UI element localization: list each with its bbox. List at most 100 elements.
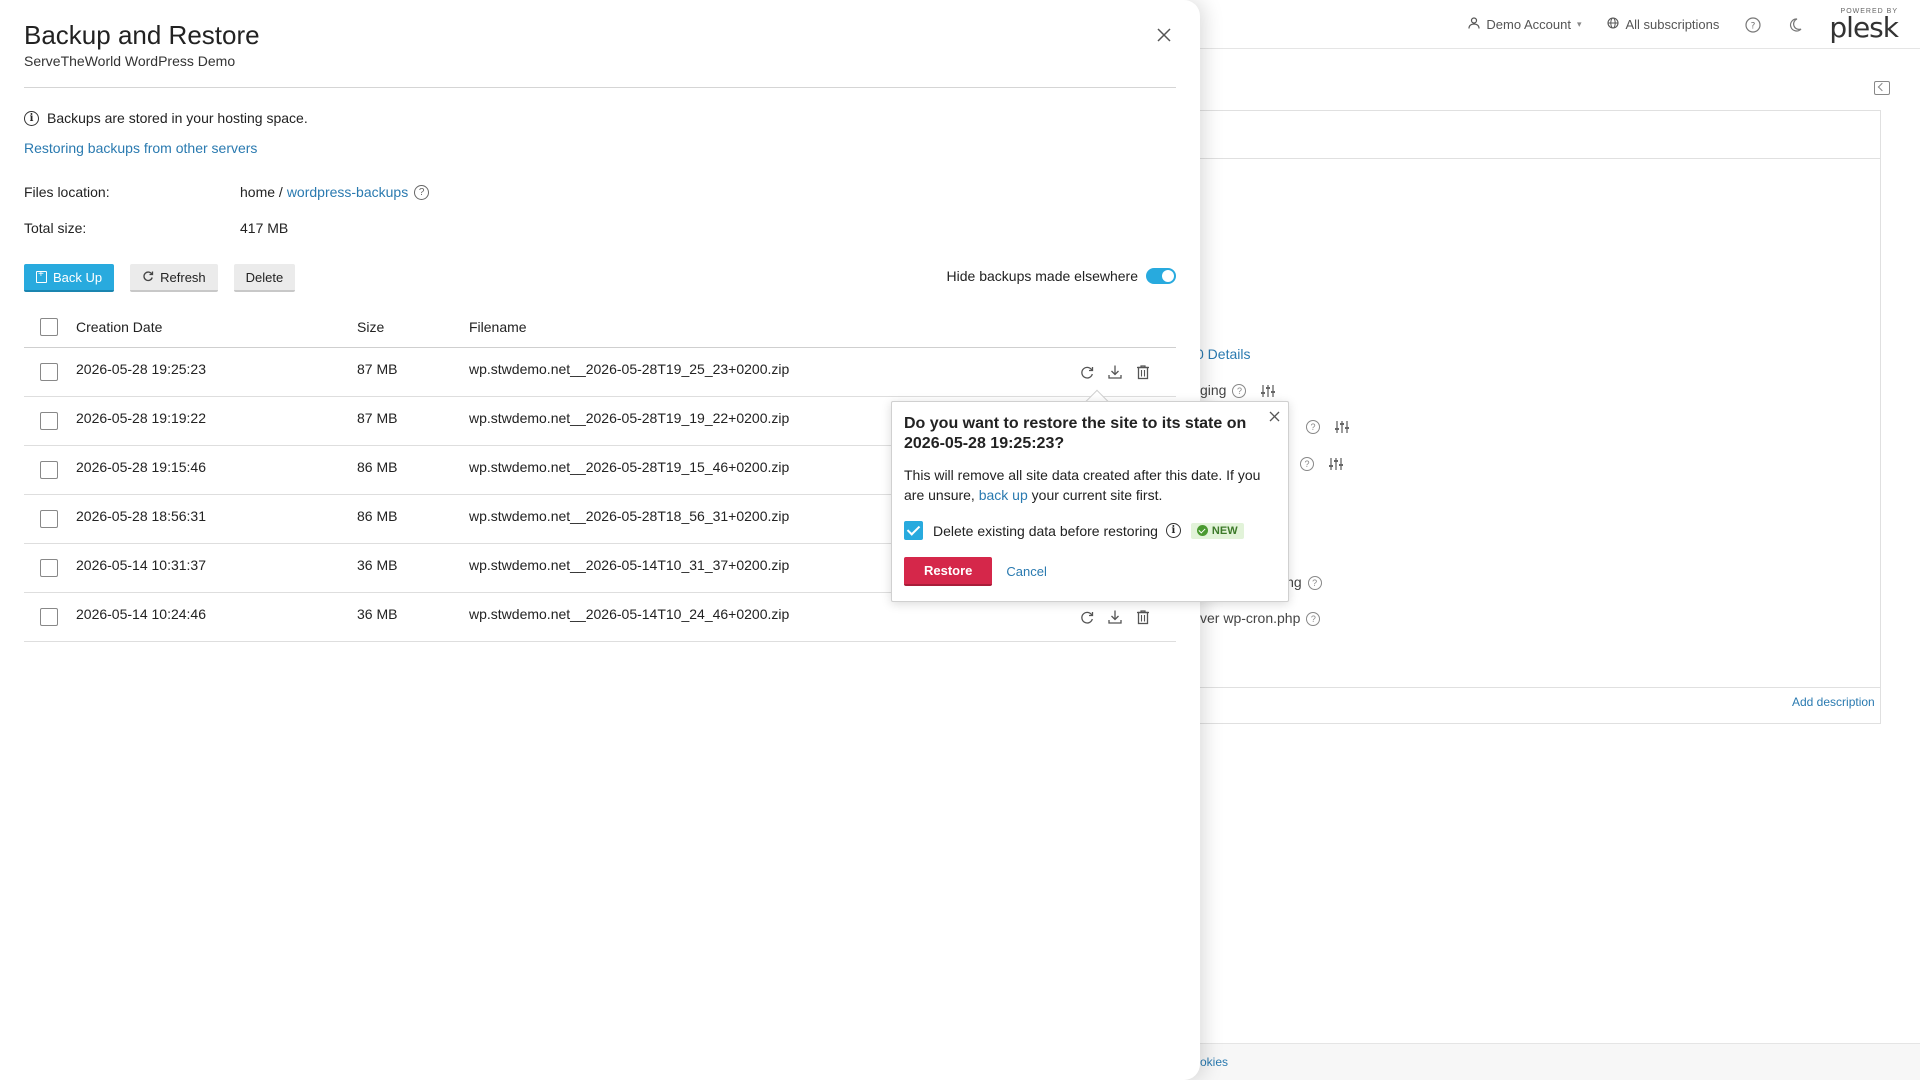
theme-moon-icon[interactable] bbox=[1787, 17, 1803, 33]
restore-icon[interactable] bbox=[1078, 608, 1096, 626]
cookies-link[interactable]: okies bbox=[1200, 1055, 1228, 1069]
row-date: 2026-05-14 10:31:37 bbox=[76, 557, 206, 573]
toolbar: Back Up Refresh Delete bbox=[24, 264, 296, 292]
refresh-button[interactable]: Refresh bbox=[130, 264, 218, 292]
delete-existing-label: Delete existing data before restoring bbox=[933, 522, 1158, 539]
close-drawer-button[interactable] bbox=[1153, 25, 1175, 47]
popover-close-button[interactable] bbox=[1269, 408, 1280, 426]
close-icon bbox=[1269, 411, 1280, 422]
account-menu[interactable]: Demo Account ▾ bbox=[1468, 17, 1581, 32]
hide-backups-toggle[interactable] bbox=[1146, 268, 1176, 284]
add-description-link[interactable]: Add description bbox=[1792, 695, 1875, 709]
popover-actions: Restore Cancel bbox=[904, 557, 1047, 586]
delete-existing-checkbox[interactable] bbox=[904, 521, 923, 540]
row-checkbox[interactable] bbox=[40, 363, 58, 381]
restore-button[interactable]: Restore bbox=[904, 557, 993, 586]
column-header-size[interactable]: Size bbox=[357, 306, 384, 347]
row-filename: wp.stwdemo.net__2026-05-28T19_25_23+0200… bbox=[469, 361, 790, 377]
select-all-checkbox[interactable] bbox=[40, 317, 58, 336]
help-icon[interactable]: ? bbox=[1306, 420, 1320, 435]
back-up-button[interactable]: Back Up bbox=[24, 264, 115, 292]
storage-info: i Backups are stored in your hosting spa… bbox=[24, 110, 308, 126]
row-filename: wp.stwdemo.net__2026-05-14T10_24_46+0200… bbox=[469, 606, 790, 622]
table-header: Creation Date Size Filename bbox=[24, 306, 1176, 348]
row-filename: wp.stwdemo.net__2026-05-14T10_31_37+0200… bbox=[469, 557, 790, 573]
row-date: 2026-05-28 19:19:22 bbox=[76, 410, 206, 426]
info-icon: i bbox=[24, 110, 39, 126]
delete-button[interactable]: Delete bbox=[233, 264, 296, 292]
help-icon[interactable]: ? bbox=[1306, 612, 1321, 627]
download-icon[interactable] bbox=[1106, 608, 1124, 626]
cancel-link[interactable]: Cancel bbox=[1006, 564, 1046, 579]
chevron-down-icon: ▾ bbox=[1576, 19, 1582, 29]
row-size: 87 MB bbox=[357, 410, 398, 426]
row-size: 36 MB bbox=[357, 606, 398, 622]
restore-icon[interactable] bbox=[1078, 363, 1096, 381]
help-icon[interactable]: ? bbox=[1745, 16, 1762, 33]
bg-item-2: ? bbox=[1300, 418, 1350, 435]
column-header-creation-date[interactable]: Creation Date bbox=[76, 306, 162, 347]
row-filename: wp.stwdemo.net__2026-05-28T19_15_46+0200… bbox=[469, 459, 790, 475]
globe-icon bbox=[1607, 17, 1620, 32]
row-actions bbox=[1078, 348, 1152, 396]
popover-body: This will remove all site data created a… bbox=[904, 467, 1261, 503]
settings-sliders-icon[interactable] bbox=[1328, 457, 1344, 471]
divider bbox=[24, 87, 1176, 88]
table-row: 2026-05-28 19:25:23 87 MB wp.stwdemo.net… bbox=[24, 348, 1176, 397]
info-icon[interactable]: i bbox=[1165, 523, 1181, 538]
row-checkbox[interactable] bbox=[40, 559, 58, 577]
page-title: Backup and Restore bbox=[24, 20, 260, 50]
hide-toggle-label: Hide backups made elsewhere bbox=[946, 268, 1138, 284]
trash-icon[interactable] bbox=[1134, 363, 1152, 381]
new-badge: NEW bbox=[1190, 522, 1244, 539]
backup-add-icon bbox=[36, 269, 47, 283]
row-checkbox[interactable] bbox=[40, 461, 58, 479]
trash-icon[interactable] bbox=[1134, 608, 1152, 626]
page-subtitle: ServeTheWorld WordPress Demo bbox=[24, 53, 236, 69]
row-size: 86 MB bbox=[357, 459, 398, 475]
files-location-prefix: home / bbox=[240, 184, 283, 200]
download-icon[interactable] bbox=[1106, 363, 1124, 381]
back-up-link[interactable]: back up bbox=[979, 487, 1028, 503]
row-checkbox[interactable] bbox=[40, 510, 58, 528]
column-header-filename[interactable]: Filename bbox=[469, 306, 527, 347]
bg-item-3: ? bbox=[1294, 455, 1344, 472]
row-checkbox[interactable] bbox=[40, 412, 58, 430]
hide-external-backups: Hide backups made elsewhere bbox=[947, 268, 1176, 284]
check-circle-icon bbox=[1196, 525, 1208, 536]
settings-sliders-icon[interactable] bbox=[1260, 384, 1276, 398]
storage-info-text: Backups are stored in your hosting space… bbox=[47, 110, 308, 126]
row-checkbox[interactable] bbox=[40, 608, 58, 626]
help-icon[interactable]: ? bbox=[1232, 384, 1247, 399]
files-location-value: home / wordpress-backups ? bbox=[240, 184, 430, 200]
restore-confirm-popover: Do you want to restore the site to its s… bbox=[891, 401, 1289, 602]
details-link[interactable]: 0 Details bbox=[1196, 346, 1250, 362]
wordpress-backups-link[interactable]: wordpress-backups bbox=[287, 184, 408, 200]
row-date: 2026-05-14 10:24:46 bbox=[76, 606, 206, 622]
settings-sliders-icon[interactable] bbox=[1334, 420, 1350, 434]
subscriptions-menu[interactable]: All subscriptions bbox=[1607, 17, 1719, 32]
help-icon[interactable]: ? bbox=[1307, 576, 1322, 591]
delete-existing-option: Delete existing data before restoring i … bbox=[904, 521, 1244, 540]
popover-title: Do you want to restore the site to its s… bbox=[904, 415, 1247, 452]
row-date: 2026-05-28 18:56:31 bbox=[76, 508, 206, 524]
files-location-label: Files location: bbox=[24, 184, 110, 200]
row-size: 87 MB bbox=[357, 361, 398, 377]
restore-from-other-servers-link[interactable]: Restoring backups from other servers bbox=[24, 140, 257, 156]
bg-item-1: ging? bbox=[1200, 382, 1276, 399]
collapse-panel-icon[interactable] bbox=[1874, 81, 1890, 95]
svg-text:?: ? bbox=[1751, 21, 1756, 31]
row-size: 86 MB bbox=[357, 508, 398, 524]
help-icon[interactable]: ? bbox=[1300, 457, 1314, 472]
account-label: Demo Account bbox=[1486, 17, 1571, 32]
total-size-value: 417 MB bbox=[240, 220, 289, 236]
row-date: 2026-05-28 19:25:23 bbox=[76, 361, 206, 377]
bg-item-5: ver wp-cron.php? bbox=[1200, 610, 1321, 627]
close-icon bbox=[1157, 28, 1171, 42]
row-filename: wp.stwdemo.net__2026-05-28T18_56_31+0200… bbox=[469, 508, 790, 524]
plesk-logo: POWERED BY plesk bbox=[1829, 7, 1899, 44]
row-filename: wp.stwdemo.net__2026-05-28T19_19_22+0200… bbox=[469, 410, 790, 426]
total-size-label: Total size: bbox=[24, 220, 87, 236]
help-icon[interactable]: ? bbox=[414, 184, 430, 200]
user-icon bbox=[1468, 17, 1480, 32]
